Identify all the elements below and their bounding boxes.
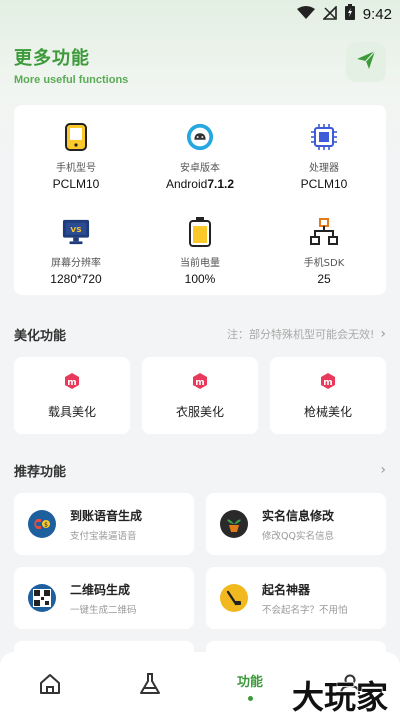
no-signal-icon [321, 4, 337, 24]
realname-edit-subtitle: 修改QQ实名信息 [262, 530, 334, 542]
nav-active-dot [247, 695, 253, 701]
screen-resolution: VS 屏幕分辨率 1280*720 [14, 200, 138, 295]
device-model-label: 手机型号 [56, 163, 96, 174]
flask-icon [138, 672, 162, 700]
voice-magnet-icon: $ [28, 510, 56, 538]
page-title: 更多功能 [14, 48, 90, 69]
beautify-section-header: 美化功能 注：部分特殊机型可能会无效! › [14, 324, 386, 344]
android-version-value: Android7.1.2 [166, 177, 234, 191]
gun-beautify-label: 枪械美化 [303, 405, 352, 419]
wifi-icon [296, 5, 315, 24]
phone-icon [62, 123, 90, 151]
qr-code-icon [28, 584, 56, 612]
paper-plane-icon [355, 49, 377, 75]
android-version-prefix: Android [165, 177, 208, 191]
device-info-card: 手机型号 PCLM10 安卓版本 Android7.1.2 处理器 PCLM10… [14, 105, 386, 295]
android-version: 安卓版本 Android7.1.2 [138, 105, 262, 200]
status-time: 9:42 [362, 5, 392, 23]
nav-lab[interactable] [100, 652, 200, 719]
send-button[interactable] [346, 42, 386, 82]
vehicle-beautify-button[interactable]: m 载具美化 [14, 357, 130, 434]
device-model-value: PCLM10 [52, 177, 100, 191]
battery-level-label: 当前电量 [180, 258, 220, 269]
nav-home[interactable] [0, 652, 100, 719]
device-model: 手机型号 PCLM10 [14, 105, 138, 200]
phone-sdk-value: 25 [317, 272, 331, 286]
processor: 处理器 PCLM10 [262, 105, 386, 200]
gun-badge-icon: m [318, 371, 338, 395]
realname-edit-button[interactable]: 实名信息修改 修改QQ实名信息 [206, 493, 386, 555]
clothes-beautify-button[interactable]: m 衣服美化 [142, 357, 258, 434]
android-icon [186, 123, 214, 151]
voice-generator-title: 到账语音生成 [70, 508, 143, 523]
svg-text:$: $ [44, 522, 48, 529]
phone-sdk: 手机SDK 25 [262, 200, 386, 295]
android-version-label: 安卓版本 [180, 163, 220, 174]
svg-text:m: m [67, 378, 76, 388]
qr-generator-button[interactable]: 二维码生成 一键生成二维码 [14, 567, 194, 629]
voice-generator-button[interactable]: $ 到账语音生成 支付宝装逼语音 [14, 493, 194, 555]
status-bar: 9:42 [0, 0, 400, 26]
voice-generator-subtitle: 支付宝装逼语音 [70, 530, 137, 542]
page-header: 更多功能 More useful functions [14, 44, 128, 86]
naming-tool-button[interactable]: 起名神器 不会起名字？不用怕 [206, 567, 386, 629]
naming-tool-title: 起名神器 [262, 582, 311, 597]
network-icon [310, 218, 338, 246]
battery-icon [186, 217, 214, 247]
svg-text:m: m [323, 378, 332, 388]
android-version-number: 7.1.2 [207, 177, 235, 191]
monitor-icon: VS [62, 218, 90, 246]
phone-sdk-label: 手机SDK [303, 258, 345, 269]
chevron-right-icon[interactable]: › [380, 462, 386, 478]
chevron-right-icon[interactable]: › [380, 326, 386, 342]
recommended-section-header: 推荐功能 › [14, 460, 386, 480]
processor-value: PCLM10 [300, 177, 348, 191]
beautify-section-title: 美化功能 [14, 328, 67, 344]
page-subtitle: More useful functions [14, 74, 129, 86]
screen-resolution-value: 1280*720 [50, 272, 102, 286]
beautify-section-note: 注：部分特殊机型可能会无效! [226, 328, 375, 341]
naming-tool-subtitle: 不会起名字？不用怕 [262, 604, 348, 616]
screen-resolution-label: 屏幕分辨率 [51, 258, 101, 269]
realname-edit-title: 实名信息修改 [262, 508, 335, 523]
battery-level: 当前电量 100% [138, 200, 262, 295]
plant-pot-icon [220, 510, 248, 538]
clothes-beautify-label: 衣服美化 [175, 405, 224, 419]
clothes-badge-icon: m [190, 371, 210, 395]
processor-label: 处理器 [309, 163, 339, 174]
svg-text:大玩家: 大玩家 [292, 678, 388, 716]
vehicle-badge-icon: m [62, 371, 82, 395]
svg-text:VS: VS [70, 225, 81, 234]
battery-level-value: 100% [184, 272, 216, 286]
gun-beautify-button[interactable]: m 枪械美化 [270, 357, 386, 434]
home-icon [38, 672, 62, 700]
chip-icon [310, 123, 338, 151]
nav-functions-label: 功能 [236, 674, 263, 690]
watermark-logo: 大玩家 [282, 672, 398, 717]
qr-generator-title: 二维码生成 [70, 582, 131, 597]
vehicle-beautify-label: 载具美化 [47, 405, 96, 419]
svg-text:m: m [195, 378, 204, 388]
battery-charging-icon [344, 4, 355, 24]
naming-icon [220, 584, 248, 612]
recommended-section-title: 推荐功能 [14, 464, 67, 480]
qr-generator-subtitle: 一键生成二维码 [70, 604, 137, 616]
